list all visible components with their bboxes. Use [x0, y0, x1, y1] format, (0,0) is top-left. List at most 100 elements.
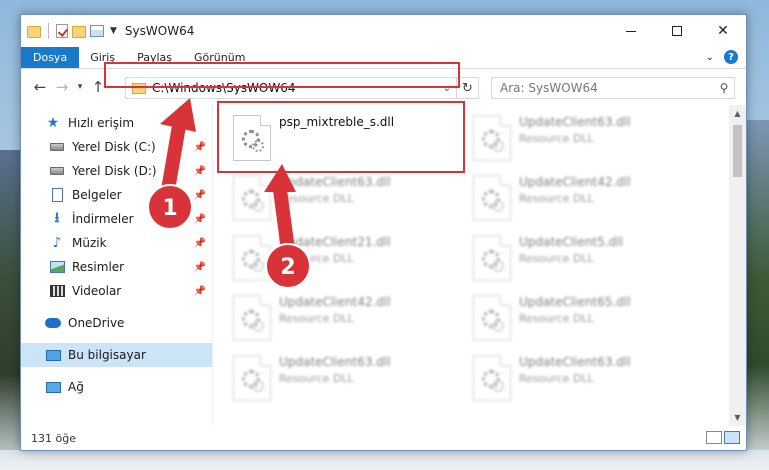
tab-file[interactable]: Dosya	[21, 47, 80, 68]
search-input[interactable]: Ara: SysWOW64	[500, 81, 714, 95]
desktop-background-left	[0, 150, 20, 470]
tab-view[interactable]: Görünüm	[183, 47, 256, 68]
file-item[interactable]: UpdateClient63.dll Resource DLL	[229, 171, 461, 229]
file-name: UpdateClient63.dll	[519, 355, 631, 369]
sidebar-item-label: Müzik	[72, 236, 107, 250]
scrollbar-thumb[interactable]	[733, 125, 742, 177]
sidebar-item-label: Videolar	[72, 284, 122, 298]
file-name: UpdateClient42.dll	[279, 295, 391, 309]
details-view-icon[interactable]	[706, 431, 722, 444]
sidebar-item-network[interactable]: Ağ	[21, 375, 212, 399]
sidebar-item-quick-access[interactable]: ★ Hızlı erişim	[21, 111, 212, 135]
dll-file-icon	[233, 115, 271, 161]
download-icon: ⭳	[54, 210, 60, 226]
sidebar-item-local-disk-c[interactable]: Yerel Disk (C:) 📌	[21, 135, 212, 159]
address-bar[interactable]: C:\Windows\SysWOW64 ⌄ ↻	[125, 77, 479, 99]
dll-file-icon	[233, 355, 271, 401]
back-arrow-icon[interactable]: ←	[29, 78, 51, 96]
pin-icon[interactable]: 📌	[194, 286, 206, 297]
sidebar-item-music[interactable]: ♪ Müzik 📌	[21, 231, 212, 255]
search-icon[interactable]: ⚲	[714, 81, 734, 95]
properties-check-icon[interactable]	[56, 24, 68, 38]
file-type: Resource DLL	[279, 252, 354, 265]
pin-icon[interactable]: 📌	[194, 214, 206, 225]
file-item[interactable]: UpdateClient42.dll Resource DLL	[469, 171, 701, 229]
forward-arrow-icon[interactable]: →	[51, 78, 73, 96]
dll-file-icon	[473, 355, 511, 401]
sidebar-item-label: Belgeler	[72, 188, 122, 202]
recent-locations-chevron-icon[interactable]: ▾	[73, 82, 87, 92]
customize-toolbar-dropdown-icon[interactable]: ▼	[110, 26, 117, 36]
new-folder-icon[interactable]	[72, 26, 86, 38]
scroll-down-arrow-icon[interactable]: ▼	[729, 409, 746, 426]
view-toggle	[706, 431, 740, 444]
address-dropdown-icon[interactable]: ⌄	[438, 83, 456, 94]
file-item[interactable]: UpdateClient65.dll Resource DLL	[469, 291, 701, 349]
file-type: Resource DLL	[279, 372, 354, 385]
expand-ribbon-chevron-icon[interactable]: ⌄	[706, 52, 714, 63]
toolbar-divider	[48, 23, 49, 39]
item-count: 131 öğe	[31, 431, 76, 445]
sidebar-item-label: İndirmeler	[72, 212, 134, 226]
file-item[interactable]: psp_mixtreble_s.dll	[229, 111, 461, 169]
file-item[interactable]: UpdateClient63.dll Resource DLL	[469, 351, 701, 409]
sidebar-item-pictures[interactable]: Resimler 📌	[21, 255, 212, 279]
desktop-background-right	[747, 120, 769, 470]
minimize-button[interactable]	[608, 15, 654, 47]
view-options-icon[interactable]	[90, 25, 104, 37]
sidebar-item-local-disk-d[interactable]: Yerel Disk (D:) 📌	[21, 159, 212, 183]
folder-icon	[132, 82, 146, 94]
help-icon[interactable]: ?	[724, 50, 738, 64]
pin-icon[interactable]: 📌	[194, 166, 206, 177]
file-name: UpdateClient63.dll	[519, 115, 631, 129]
file-item[interactable]: UpdateClient63.dll Resource DLL	[469, 111, 701, 169]
tab-home[interactable]: Giriş	[79, 47, 126, 68]
file-type: Resource DLL	[519, 372, 594, 385]
search-box[interactable]: Ara: SysWOW64 ⚲	[491, 77, 735, 99]
dll-file-icon	[233, 295, 271, 341]
sidebar-item-label: Yerel Disk (D:)	[72, 164, 157, 178]
ribbon-controls: ⌄ ?	[706, 50, 738, 64]
file-item[interactable]: UpdateClient5.dll Resource DLL	[469, 231, 701, 289]
file-item[interactable]: UpdateClient63.dll Resource DLL	[229, 351, 461, 409]
scroll-up-arrow-icon[interactable]: ▲	[729, 105, 746, 122]
sidebar-item-this-pc[interactable]: Bu bilgisayar	[21, 343, 212, 367]
videos-icon	[49, 284, 65, 298]
navigation-bar: ← → ▾ ↑ C:\Windows\SysWOW64 ⌄ ↻ Ara: Sys…	[21, 69, 746, 105]
window-controls: ✕	[608, 15, 746, 47]
vertical-scrollbar[interactable]: ▲ ▼	[729, 105, 746, 426]
title-bar: ▼ SysWOW64 ✕	[21, 15, 746, 47]
maximize-icon	[672, 26, 682, 36]
sidebar-item-label: Resimler	[72, 260, 125, 274]
address-path[interactable]: C:\Windows\SysWOW64	[152, 81, 438, 95]
file-type: Resource DLL	[519, 192, 594, 205]
file-item[interactable]: UpdateClient21.dll Resource DLL	[229, 231, 461, 289]
file-type: Resource DLL	[519, 132, 594, 145]
pin-icon[interactable]: 📌	[194, 238, 206, 249]
file-item[interactable]: UpdateClient42.dll Resource DLL	[229, 291, 461, 349]
folder-icon	[27, 26, 41, 38]
pin-icon[interactable]: 📌	[194, 190, 206, 201]
sidebar-item-downloads[interactable]: ⭳ İndirmeler 📌	[21, 207, 212, 231]
minimize-icon	[626, 30, 636, 32]
large-icons-view-icon[interactable]	[724, 431, 740, 444]
explorer-window: ▼ SysWOW64 ✕ Dosya Giriş Paylaş Görünüm …	[20, 14, 747, 451]
maximize-button[interactable]	[654, 15, 700, 47]
navigation-pane: ★ Hızlı erişim Yerel Disk (C:) 📌 Yerel D…	[21, 105, 213, 426]
dll-file-icon	[473, 175, 511, 221]
pictures-icon	[49, 260, 65, 274]
file-type: Resource DLL	[519, 252, 594, 265]
pin-icon[interactable]: 📌	[194, 262, 206, 273]
close-button[interactable]: ✕	[700, 15, 746, 47]
sidebar-item-videos[interactable]: Videolar 📌	[21, 279, 212, 303]
pin-icon[interactable]: 📌	[194, 142, 206, 153]
status-bar: 131 öğe	[21, 426, 746, 450]
file-type: Resource DLL	[519, 312, 594, 325]
refresh-icon[interactable]: ↻	[456, 77, 478, 99]
sidebar-item-documents[interactable]: Belgeler 📌	[21, 183, 212, 207]
up-arrow-icon[interactable]: ↑	[87, 78, 109, 96]
dll-file-icon	[473, 295, 511, 341]
file-list: psp_mixtreble_s.dll UpdateClient63.dll Re…	[213, 105, 746, 426]
tab-share[interactable]: Paylaş	[126, 47, 183, 68]
sidebar-item-onedrive[interactable]: OneDrive	[21, 311, 212, 335]
